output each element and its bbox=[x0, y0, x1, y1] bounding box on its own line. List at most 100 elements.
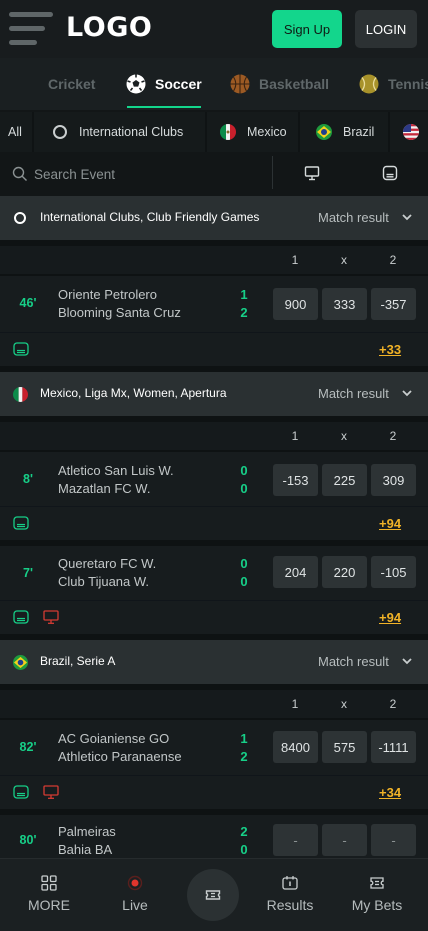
filter-label: All bbox=[8, 125, 22, 139]
more-markets-link[interactable]: +34 bbox=[379, 785, 401, 800]
scoreboard-icon[interactable] bbox=[13, 516, 29, 530]
home-team: Oriente Petrolero bbox=[58, 287, 157, 302]
globe-icon bbox=[14, 212, 26, 224]
chevron-down-icon[interactable] bbox=[401, 212, 413, 222]
event-footer: +34 bbox=[0, 775, 428, 809]
app-header: LOGO Sign Up LOGIN bbox=[0, 0, 428, 58]
filter-divider bbox=[298, 112, 300, 152]
scoreboard-icon[interactable] bbox=[13, 610, 29, 624]
usa-flag-icon bbox=[403, 124, 419, 140]
more-markets-link[interactable]: +94 bbox=[379, 610, 401, 625]
basketball-icon bbox=[230, 74, 250, 94]
nav-results[interactable]: Results bbox=[247, 859, 333, 931]
scoreboard-icon[interactable] bbox=[13, 342, 29, 356]
tab-soccer[interactable]: Soccer bbox=[126, 58, 202, 110]
nav-my-bets[interactable]: My Bets bbox=[334, 859, 420, 931]
brazil-flag-icon bbox=[13, 655, 28, 670]
league-header[interactable]: Brazil, Serie A Match result bbox=[0, 640, 428, 684]
active-tab-indicator bbox=[127, 106, 201, 108]
home-team: Queretaro FC W. bbox=[58, 556, 157, 571]
filter-all[interactable]: All bbox=[8, 112, 22, 152]
event-row[interactable]: 80' Palmeiras Bahia BA 2 0 - - - bbox=[0, 815, 428, 858]
menu-icon[interactable] bbox=[9, 12, 53, 45]
filter-brazil[interactable]: Brazil bbox=[316, 112, 374, 152]
col-draw: x bbox=[341, 697, 347, 711]
match-minute: 80' bbox=[19, 833, 37, 847]
col-home: 1 bbox=[291, 429, 299, 443]
sport-tabs: Cricket Soccer Basketball Tennis bbox=[0, 58, 428, 110]
odds-home-button[interactable]: - bbox=[273, 824, 318, 856]
live-dot-icon bbox=[127, 875, 143, 891]
league-header[interactable]: International Clubs, Club Friendly Games… bbox=[0, 196, 428, 240]
event-row[interactable]: 7' Queretaro FC W. Club Tijuana W. 0 0 2… bbox=[0, 546, 428, 600]
event-footer: +33 bbox=[0, 332, 428, 366]
odds-home-button[interactable]: 900 bbox=[273, 288, 318, 320]
market-select[interactable]: Match result bbox=[318, 654, 389, 669]
nav-live[interactable]: Live bbox=[92, 859, 178, 931]
nav-more[interactable]: MORE bbox=[6, 859, 92, 931]
tab-cricket[interactable]: Cricket bbox=[48, 58, 95, 110]
betslip-button[interactable] bbox=[187, 869, 239, 921]
odds-home-button[interactable]: 204 bbox=[273, 556, 318, 588]
filter-international-clubs[interactable]: International Clubs bbox=[52, 112, 183, 152]
league-name: International Clubs, Club Friendly Games bbox=[40, 210, 260, 224]
home-score: 1 bbox=[240, 731, 248, 746]
filter-divider bbox=[388, 112, 390, 152]
search-input[interactable] bbox=[34, 160, 264, 188]
monitor-icon[interactable] bbox=[43, 610, 59, 624]
odds-away-button[interactable]: - bbox=[371, 824, 416, 856]
filter-divider bbox=[32, 112, 34, 152]
monitor-icon[interactable] bbox=[304, 165, 320, 181]
chevron-down-icon[interactable] bbox=[401, 656, 413, 666]
login-button[interactable]: LOGIN bbox=[355, 10, 417, 48]
nav-label: Results bbox=[266, 897, 314, 913]
odds-away-button[interactable]: -357 bbox=[371, 288, 416, 320]
home-score: 0 bbox=[240, 556, 248, 571]
league-header[interactable]: Mexico, Liga Mx, Women, Apertura Match r… bbox=[0, 372, 428, 416]
home-team: Atletico San Luis W. bbox=[58, 463, 174, 478]
odds-away-button[interactable]: -105 bbox=[371, 556, 416, 588]
match-minute: 7' bbox=[23, 566, 33, 580]
odds-draw-button[interactable]: - bbox=[322, 824, 367, 856]
event-row[interactable]: 8' Atletico San Luis W. Mazatlan FC W. 0… bbox=[0, 452, 428, 506]
match-minute: 82' bbox=[19, 740, 37, 754]
odds-away-button[interactable]: 309 bbox=[371, 464, 416, 496]
filter-usa[interactable] bbox=[403, 112, 428, 152]
more-markets-link[interactable]: +94 bbox=[379, 516, 401, 531]
odds-home-button[interactable]: 8400 bbox=[273, 731, 318, 763]
away-team: Mazatlan FC W. bbox=[58, 481, 151, 496]
more-markets-link[interactable]: +33 bbox=[379, 342, 401, 357]
tab-basketball[interactable]: Basketball bbox=[230, 58, 329, 110]
tab-tennis[interactable]: Tennis bbox=[359, 58, 428, 110]
league-filter-bar: All International Clubs Mexico Brazil bbox=[0, 112, 428, 152]
filter-label: Brazil bbox=[343, 125, 375, 139]
scoreboard-icon[interactable] bbox=[382, 165, 398, 181]
chevron-down-icon[interactable] bbox=[401, 388, 413, 398]
col-home: 1 bbox=[291, 697, 299, 711]
away-score: 2 bbox=[240, 305, 248, 320]
odds-home-button[interactable]: -153 bbox=[273, 464, 318, 496]
event-row[interactable]: 46' Oriente Petrolero Blooming Santa Cru… bbox=[0, 276, 428, 332]
signup-button[interactable]: Sign Up bbox=[272, 10, 342, 48]
tab-label: Soccer bbox=[155, 76, 202, 92]
logo[interactable]: LOGO bbox=[66, 12, 152, 43]
home-score: 1 bbox=[240, 287, 248, 302]
scoreboard-icon[interactable] bbox=[13, 785, 29, 799]
monitor-icon[interactable] bbox=[43, 785, 59, 799]
globe-icon bbox=[53, 125, 67, 139]
market-select[interactable]: Match result bbox=[318, 386, 389, 401]
filter-divider bbox=[205, 112, 207, 152]
ticket-icon bbox=[205, 890, 221, 900]
mexico-flag-icon bbox=[220, 124, 236, 140]
odds-away-button[interactable]: -1111 bbox=[371, 731, 416, 763]
event-row[interactable]: 82' AC Goianiense GO Athletico Paranaens… bbox=[0, 720, 428, 775]
market-select[interactable]: Match result bbox=[318, 210, 389, 225]
away-score: 0 bbox=[240, 842, 248, 857]
odds-draw-button[interactable]: 225 bbox=[322, 464, 367, 496]
filter-label: Mexico bbox=[247, 125, 287, 139]
nav-label: MORE bbox=[28, 897, 70, 913]
odds-draw-button[interactable]: 575 bbox=[322, 731, 367, 763]
odds-draw-button[interactable]: 333 bbox=[322, 288, 367, 320]
filter-mexico[interactable]: Mexico bbox=[220, 112, 287, 152]
odds-draw-button[interactable]: 220 bbox=[322, 556, 367, 588]
